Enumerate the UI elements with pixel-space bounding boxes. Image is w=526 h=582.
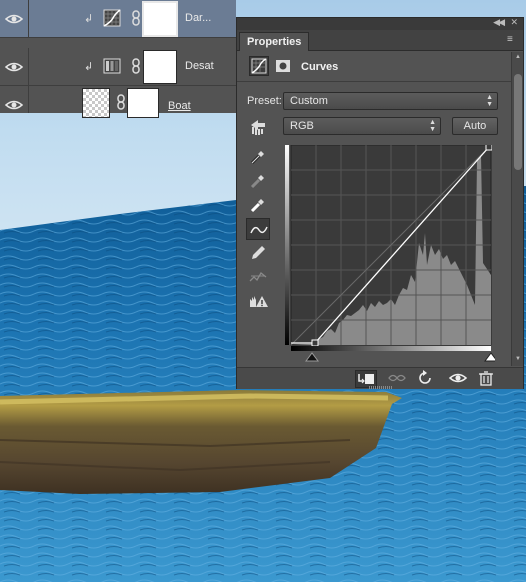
eye-icon[interactable] <box>4 98 24 112</box>
clipping-warning-button[interactable] <box>246 290 270 312</box>
visibility-divider <box>28 86 29 113</box>
curves-adjustment-button[interactable] <box>249 56 269 76</box>
layer-row-desat[interactable]: ↲ Desat <box>0 48 236 86</box>
dropdown-arrows-icon: ▲ ▼ <box>429 119 436 133</box>
tab-properties[interactable]: Properties <box>239 32 310 51</box>
curves-adjustment-icon[interactable] <box>103 9 121 27</box>
layers-panel: ↲ Dar... ↲ Desat Boat <box>0 0 236 118</box>
black-point-slider[interactable] <box>305 352 319 362</box>
layer-mask-thumbnail[interactable] <box>142 1 178 37</box>
eye-icon <box>448 373 468 383</box>
link-icon[interactable] <box>131 10 141 26</box>
channel-value: RGB <box>290 120 314 132</box>
draw-curve-button[interactable] <box>246 242 270 264</box>
preset-value: Custom <box>290 95 328 107</box>
on-image-adjust-icon[interactable] <box>247 116 271 138</box>
layer-row-boat[interactable]: Boat <box>0 86 236 118</box>
channel-dropdown[interactable]: RGB ▲ ▼ <box>283 117 441 135</box>
layer-name[interactable]: Boat <box>168 100 191 112</box>
panel-title-bar[interactable]: ◀◀ ✕ <box>237 17 523 30</box>
layer-thumbnail[interactable] <box>82 88 110 118</box>
sample-gray-point-button[interactable] <box>246 170 270 192</box>
adjustment-title: Curves <box>301 61 339 73</box>
input-slider[interactable] <box>285 346 495 364</box>
link-icon[interactable] <box>116 94 126 110</box>
eyedropper-gray-icon <box>250 175 264 189</box>
layer-mask-thumbnail[interactable] <box>143 50 177 84</box>
reset-button[interactable] <box>416 370 438 388</box>
panel-scrollbar[interactable] <box>511 52 523 366</box>
edit-points-button[interactable] <box>246 218 270 240</box>
scrollbar-thumb[interactable] <box>514 74 522 170</box>
panel-tab-bar: Properties ≡ <box>237 30 523 51</box>
adjustment-header: Curves <box>237 52 523 82</box>
curves-icon <box>251 58 267 74</box>
eyedropper-black-icon <box>250 151 264 165</box>
close-icon[interactable]: ✕ <box>510 17 518 28</box>
view-previous-state-icon <box>388 374 406 382</box>
properties-footer <box>237 367 523 389</box>
smooth-icon <box>249 272 267 282</box>
collapse-icon[interactable]: ◀◀ <box>493 17 505 28</box>
eye-icon[interactable] <box>4 12 24 26</box>
sample-white-point-button[interactable] <box>246 194 270 216</box>
hue-saturation-adjustment-icon[interactable] <box>103 57 121 75</box>
reset-icon <box>419 370 431 384</box>
panel-menu-icon[interactable]: ≡ <box>507 35 519 45</box>
eyedropper-white-icon <box>250 199 264 213</box>
preset-dropdown[interactable]: Custom ▲ ▼ <box>283 92 498 110</box>
smooth-curve-button[interactable] <box>246 266 270 288</box>
mask-properties-button[interactable] <box>273 56 293 76</box>
pencil-icon <box>252 246 265 259</box>
curves-graph[interactable] <box>285 145 492 352</box>
scroll-down-icon[interactable]: ▼ <box>515 356 521 362</box>
output-gradient-bar <box>285 145 289 345</box>
clip-to-layer-icon <box>358 374 374 384</box>
clipping-warning-icon <box>250 296 268 307</box>
properties-panel: ◀◀ ✕ Properties ≡ Curves Preset: Custom … <box>236 17 524 389</box>
layer-name[interactable]: Dar... <box>185 12 211 24</box>
curve-points-icon <box>250 226 268 234</box>
visibility-divider <box>28 0 29 38</box>
visibility-divider <box>28 48 29 86</box>
white-point-slider[interactable] <box>484 352 495 362</box>
toggle-visibility-button[interactable] <box>448 370 470 388</box>
auto-button[interactable]: Auto <box>452 117 498 135</box>
link-icon[interactable] <box>131 58 141 74</box>
layer-mask-icon <box>276 60 290 72</box>
dropdown-arrows-icon: ▲ ▼ <box>486 94 493 108</box>
trash-icon <box>479 371 493 386</box>
sample-black-point-button[interactable] <box>246 146 270 168</box>
layer-name[interactable]: Desat <box>185 60 214 72</box>
eye-icon[interactable] <box>4 60 24 74</box>
delete-adjustment-button[interactable] <box>476 370 498 388</box>
layer-row-curves[interactable]: ↲ Dar... <box>0 0 236 38</box>
preset-label: Preset: <box>247 95 282 107</box>
layer-mask-thumbnail[interactable] <box>127 88 159 118</box>
curve-point-white[interactable] <box>485 145 492 151</box>
scroll-up-icon[interactable]: ▲ <box>515 54 521 60</box>
clipping-arrow-icon: ↲ <box>84 13 94 25</box>
clipping-arrow-icon: ↲ <box>84 61 94 73</box>
resize-grip[interactable] <box>369 386 393 389</box>
